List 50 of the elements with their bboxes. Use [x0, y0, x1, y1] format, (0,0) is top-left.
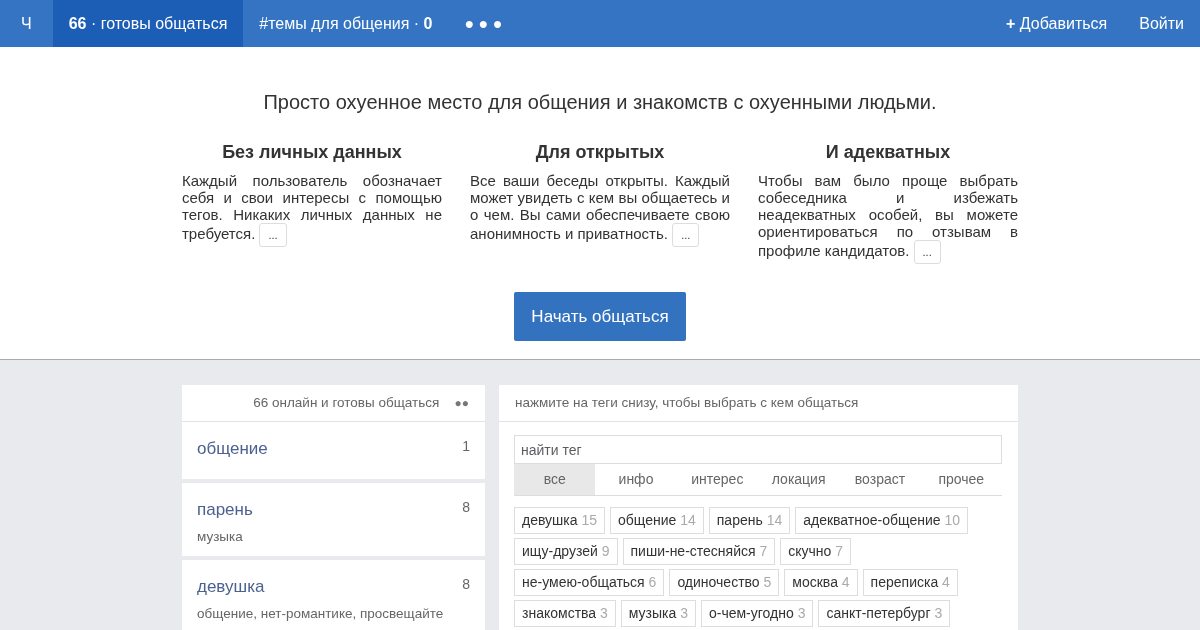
feature-text: Все ваши беседы открыты. Каждый может увидеть с кем вы общаетесь и о чем. Вы сами обеспечиваете свою анонимность и приватность. ... [470, 171, 730, 247]
more-button[interactable]: ... [913, 239, 941, 264]
feature-title: Для открытых [534, 142, 666, 164]
feature-text: Чтобы вам было проще выбрать собеседника и избежать неадекватных особей, вы можете ориентироваться по отзывам в профиле кандидатов. ... [758, 171, 1018, 264]
nav-link-item[interactable]: 66 · готовы общаться [52, 0, 244, 47]
tag-chip[interactable]: парень 14 [708, 507, 791, 534]
tag-chip[interactable]: москва 4 [784, 569, 858, 596]
more-button[interactable]: ... [672, 222, 700, 247]
tagline: Просто охуенное место для общения и знакомств с охуенными людьми. [262, 90, 938, 115]
tag-chip[interactable]: знакомства 3 [514, 600, 616, 627]
more-button[interactable]: ... [259, 222, 287, 247]
nav-link-item[interactable]: #темы для общения · 0 [243, 0, 449, 47]
feature-title: И адекватных [824, 142, 952, 164]
user-count: 1 [462, 437, 470, 456]
tag-list-text: общение, нет-романтике, просвещайте [197, 604, 445, 623]
tag-chip[interactable]: переписка 4 [862, 569, 958, 596]
tag-chip[interactable]: музыка 3 [620, 600, 696, 627]
tag-chip[interactable]: пиши-не-стесняйся 7 [622, 538, 776, 565]
filter-tab[interactable]: локация [758, 464, 840, 495]
tag-chip[interactable]: о-чем-угодно 3 [700, 600, 814, 627]
tag-chip[interactable]: санкт-петербург 3 [818, 600, 951, 627]
tag-link[interactable]: парень [197, 497, 253, 523]
tag-link[interactable]: общение [197, 436, 268, 462]
filter-tab[interactable]: прочее [920, 464, 1002, 495]
user-count: 8 [462, 498, 470, 517]
online-count: 66 онлайн и готовы общаться [252, 393, 441, 412]
tag-link[interactable]: девушка [197, 574, 265, 600]
feature-text: Каждый пользователь обозначает себя и свои интересы с помощью тегов. Никаких личных данных не требуется. ... [182, 171, 442, 247]
nav-link-item[interactable]: ● ● ● [448, 0, 519, 47]
instruction-text: нажмите на теги снизу, чтобы выбрать с кем общаться [499, 385, 1018, 422]
brand-link[interactable]: Ч [0, 0, 53, 47]
menu-dots[interactable]: ●● [454, 394, 469, 412]
tag-chip[interactable]: общение 14 [610, 507, 704, 534]
filter-tab[interactable]: возраст [839, 464, 921, 495]
feature-title: Без личных данных [221, 142, 403, 164]
nav-link-item[interactable]: Войти [1123, 0, 1200, 47]
filter-tab[interactable]: инфо [595, 464, 677, 495]
filter-tab[interactable]: все [514, 464, 596, 495]
tag-chip[interactable]: девушка 15 [514, 507, 605, 534]
tag-search-field[interactable]: найти тег [514, 435, 1002, 464]
nav-link-item[interactable]: + Добавиться [990, 0, 1124, 47]
tag-list-text: музыка [197, 527, 244, 546]
start-chat-button[interactable]: Начать общаться [514, 291, 686, 342]
tag-chip[interactable]: не-умею-общаться 6 [514, 569, 665, 596]
filter-tab[interactable]: интерес [676, 464, 758, 495]
user-count: 8 [462, 575, 470, 594]
tag-chip[interactable]: скучно 7 [780, 538, 852, 565]
tag-chip[interactable]: ищу-друзей 9 [514, 538, 618, 565]
tag-chip[interactable]: одиночество 5 [669, 569, 780, 596]
tag-chip[interactable]: адекватное-общение 10 [795, 507, 968, 534]
